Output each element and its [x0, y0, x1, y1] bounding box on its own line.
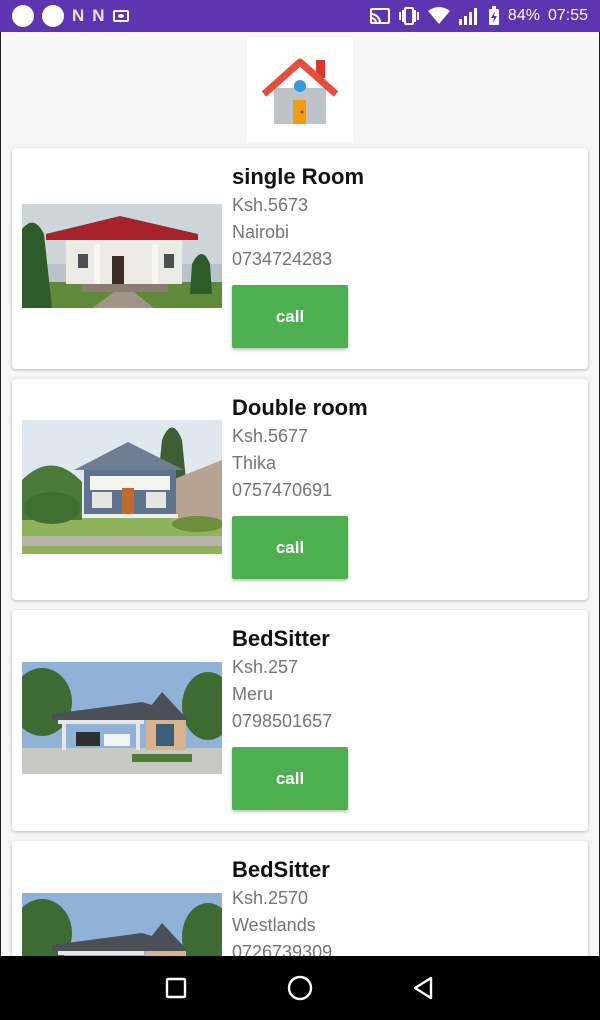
vibrate-icon [398, 7, 420, 25]
system-nav-bar [0, 956, 600, 1020]
battery-percent: 84% [507, 7, 540, 24]
listing-price: Ksh.2570 [232, 888, 309, 908]
app-header [1, 32, 599, 148]
signal-icon [458, 7, 480, 25]
app-screen: single Room Ksh.5673 Nairobi 0734724283 … [0, 32, 600, 956]
battery-charging-icon [488, 6, 500, 26]
listing-price: Ksh.5673 [232, 195, 309, 215]
listing-title: BedSitter [232, 626, 330, 651]
listing-phone: 0726739309 [232, 942, 333, 956]
clock-time: 07:55 [547, 7, 588, 24]
listing-card[interactable]: single Room Ksh.5673 Nairobi 0734724283 … [12, 148, 588, 369]
call-button[interactable]: call [232, 285, 348, 348]
listing-title: BedSitter [232, 857, 330, 882]
notification-dot-icon [42, 5, 64, 27]
listing-phone: 0734724283 [232, 249, 333, 269]
listing-card[interactable]: BedSitter Ksh.2570 Westlands 0726739309 … [12, 841, 588, 956]
listing-photo [22, 662, 222, 779]
recents-icon[interactable] [156, 968, 196, 1008]
cast-icon [369, 8, 390, 24]
n-notification-icon: N [72, 6, 85, 25]
listing-card[interactable]: Double room Ksh.5677 Thika 0757470691 ca… [12, 379, 588, 600]
listing-photo [22, 204, 222, 313]
call-button[interactable]: call [232, 747, 348, 810]
listing-photo [22, 893, 222, 956]
status-bar: N N 84% 07:55 [0, 0, 600, 32]
listing-card[interactable]: BedSitter Ksh.257 Meru 0798501657 call [12, 610, 588, 831]
listing-list[interactable]: single Room Ksh.5673 Nairobi 0734724283 … [1, 148, 599, 956]
listing-location: Nairobi [232, 222, 290, 242]
notification-dot-icon [12, 5, 34, 27]
back-icon[interactable] [404, 968, 444, 1008]
n-notification-icon: N [92, 6, 105, 25]
listing-phone: 0757470691 [232, 480, 333, 500]
listing-title: single Room [232, 164, 365, 189]
app-logo [247, 38, 353, 142]
wifi-icon [427, 7, 450, 25]
house-logo-icon [261, 58, 339, 124]
call-button[interactable]: call [232, 516, 348, 579]
listing-photo [22, 420, 222, 559]
listing-price: Ksh.257 [232, 657, 299, 677]
listing-price: Ksh.5677 [232, 426, 309, 446]
listing-title: Double room [232, 395, 368, 420]
home-icon[interactable] [280, 968, 320, 1008]
listing-phone: 0798501657 [232, 711, 333, 731]
listing-location: Thika [232, 453, 277, 473]
listing-location: Westlands [232, 915, 316, 935]
camera-icon [112, 10, 129, 22]
listing-location: Meru [232, 684, 274, 704]
